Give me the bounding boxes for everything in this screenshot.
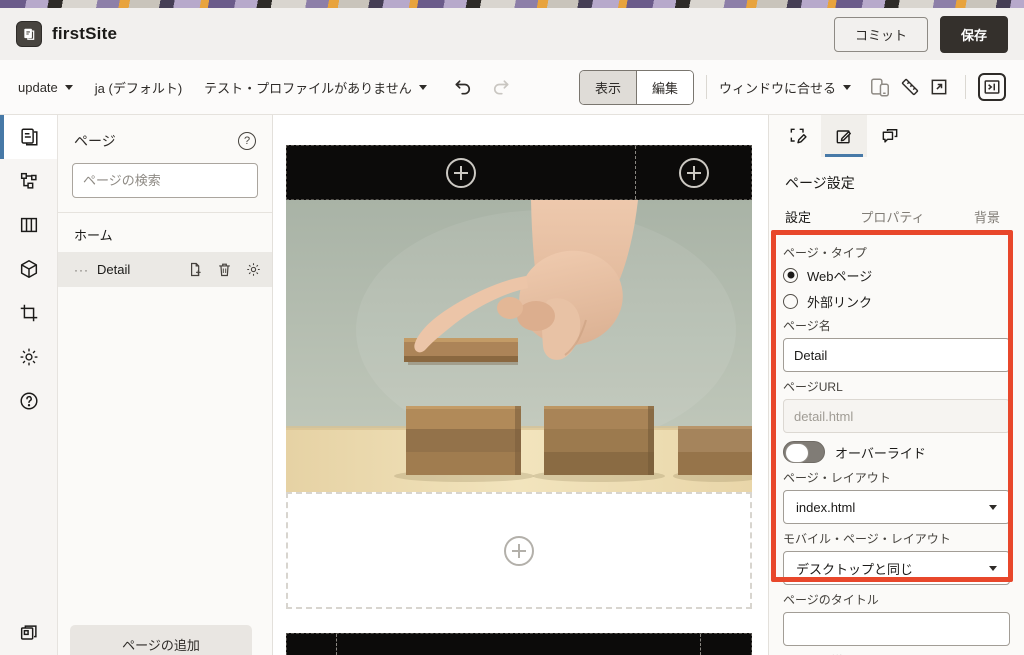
- override-toggle[interactable]: [783, 441, 825, 463]
- locale-label: ja (デフォルト): [95, 78, 182, 97]
- plus-circle-icon: [679, 158, 709, 188]
- page-title-input[interactable]: [783, 612, 1010, 646]
- windows-icon[interactable]: [0, 613, 58, 653]
- save-button[interactable]: 保存: [940, 16, 1008, 53]
- chevron-down-icon: [843, 85, 851, 90]
- view-edit-segmented-control: 表示 編集: [579, 70, 694, 105]
- tab-background[interactable]: 背景: [974, 207, 1000, 234]
- site-logo-icon: [16, 21, 42, 47]
- footer-slot[interactable]: [286, 633, 752, 655]
- crop-icon[interactable]: [0, 291, 57, 335]
- page-name-input[interactable]: [783, 338, 1010, 372]
- radio-external-link[interactable]: 外部リンク: [783, 291, 1010, 311]
- right-panel-toggle-icon[interactable]: [978, 73, 1006, 101]
- radio-icon: [783, 294, 798, 309]
- mobile-layout-label: モバイル・ページ・レイアウト: [783, 532, 1010, 547]
- layout-columns-icon[interactable]: [0, 203, 57, 247]
- drag-handle-dots: ···: [74, 263, 89, 277]
- chevron-down-icon: [989, 505, 997, 510]
- page-list-item-home[interactable]: ホーム: [58, 217, 272, 252]
- redo-icon[interactable]: [487, 73, 515, 101]
- page-url-label: ページURL: [783, 380, 1010, 395]
- comments-icon[interactable]: [867, 115, 913, 157]
- page-name-label: ページ名: [783, 319, 1010, 334]
- page-settings-icon[interactable]: [245, 261, 262, 278]
- tab-settings[interactable]: 設定: [785, 207, 811, 234]
- app-window: firstSite コミット 保存 update ja (デフォルト) テスト・…: [0, 0, 1024, 655]
- components-icon[interactable]: [0, 247, 57, 291]
- left-icon-rail: [0, 115, 58, 655]
- decorative-pattern-strip: [0, 0, 1024, 8]
- chevron-down-icon: [65, 85, 73, 90]
- page-url-input[interactable]: [783, 399, 1010, 433]
- toolbar-separator: [706, 75, 707, 99]
- site-structure-icon[interactable]: [0, 159, 57, 203]
- radio-webpage[interactable]: Webページ: [783, 265, 1010, 285]
- edit-toggle[interactable]: 編集: [636, 71, 693, 104]
- settings-panel-icon-tabs: [769, 115, 1024, 157]
- page-layout-select[interactable]: index.html: [783, 490, 1010, 524]
- pages-panel: ページ ? ホーム ··· Detail: [58, 115, 273, 655]
- view-toggle[interactable]: 表示: [580, 71, 636, 104]
- update-dropdown[interactable]: update: [18, 80, 73, 95]
- add-page-button[interactable]: ページの追加: [70, 625, 252, 655]
- test-profile-dropdown[interactable]: テスト・プロファイルがありません: [204, 78, 427, 97]
- page-title-label: ページのタイトル: [783, 593, 1010, 608]
- page-search-input[interactable]: [72, 163, 258, 198]
- settings-panel-title: ページ設定: [769, 157, 1024, 193]
- device-preview-icon[interactable]: [865, 72, 895, 102]
- open-in-new-icon[interactable]: [925, 73, 953, 101]
- panel-divider: [58, 212, 272, 213]
- settings-select-icon[interactable]: [775, 115, 821, 157]
- undo-icon[interactable]: [449, 73, 477, 101]
- panel-help-icon[interactable]: ?: [238, 132, 256, 150]
- ruler-icon[interactable]: [895, 72, 925, 102]
- page-layout-label: ページ・レイアウト: [783, 471, 1010, 486]
- empty-content-slot[interactable]: [286, 492, 752, 609]
- editor-toolbar: update ja (デフォルト) テスト・プロファイルがありません 表示 編集…: [0, 60, 1024, 115]
- tab-properties[interactable]: プロパティ: [860, 207, 924, 234]
- settings-icon[interactable]: [0, 335, 57, 379]
- override-label: オーバーライド: [835, 443, 926, 462]
- toolbar-separator: [965, 75, 966, 99]
- chevron-down-icon: [989, 566, 997, 571]
- site-preview-canvas: [273, 115, 768, 655]
- settings-tabs: 設定 プロパティ 背景: [769, 193, 1024, 234]
- radio-icon: [783, 268, 798, 283]
- header-slot: [286, 145, 752, 200]
- pages-panel-title: ページ: [74, 131, 116, 151]
- plus-circle-icon: [446, 158, 476, 188]
- page-list-item-detail[interactable]: ··· Detail: [58, 252, 272, 287]
- delete-icon[interactable]: [216, 261, 233, 278]
- pages-icon[interactable]: [0, 115, 57, 159]
- page-settings-form: ページ・タイプ Webページ 外部リンク ページ名 ページURL オーバーライド: [769, 234, 1024, 655]
- help-icon[interactable]: [0, 379, 57, 423]
- hero-photo: [286, 200, 752, 492]
- chevron-down-icon: [419, 85, 427, 90]
- add-component-slot[interactable]: [636, 146, 751, 199]
- add-component-slot[interactable]: [287, 146, 636, 199]
- page-type-label: ページ・タイプ: [783, 246, 1010, 261]
- fit-window-dropdown[interactable]: ウィンドウに合せる: [719, 78, 851, 97]
- mobile-layout-select[interactable]: デスクトップと同じ: [783, 551, 1010, 585]
- add-page-icon[interactable]: [187, 261, 204, 278]
- commit-button[interactable]: コミット: [834, 17, 928, 52]
- edit-properties-icon[interactable]: [821, 115, 867, 157]
- site-title: firstSite: [52, 24, 117, 44]
- page-settings-panel: ページ設定 設定 プロパティ 背景 ページ・タイプ Webページ 外部リンク ペ…: [768, 115, 1024, 655]
- app-header: firstSite コミット 保存: [0, 8, 1024, 60]
- plus-circle-icon: [504, 536, 534, 566]
- override-toggle-row: オーバーライド: [783, 441, 1010, 463]
